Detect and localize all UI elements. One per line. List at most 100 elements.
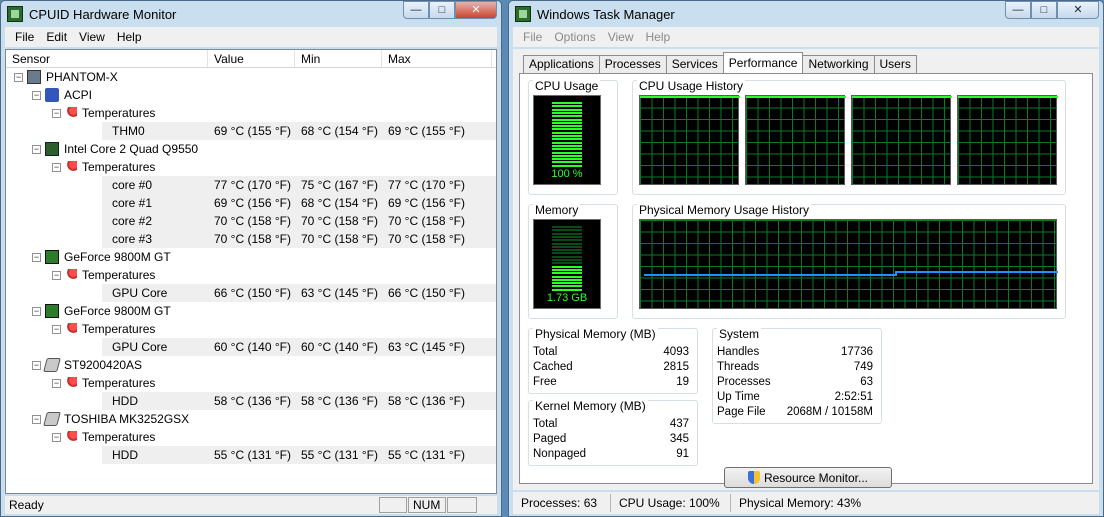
tm-content: Applications Processes Services Performa… bbox=[513, 49, 1099, 490]
tree-node[interactable]: − Temperatures bbox=[6, 266, 496, 284]
collapse-toggle-icon[interactable]: − bbox=[32, 414, 41, 424]
task-manager-app-icon bbox=[515, 6, 531, 22]
collapse-toggle-icon[interactable]: − bbox=[52, 162, 61, 172]
close-button[interactable]: ✕ bbox=[455, 1, 497, 19]
stat-label: Total bbox=[533, 418, 558, 430]
minimize-button[interactable]: — bbox=[403, 1, 429, 19]
menu-help[interactable]: Help bbox=[111, 30, 148, 44]
sensor-row[interactable]: THM0 69 °C (155 °F) 68 °C (154 °F) 69 °C (1… bbox=[6, 122, 496, 140]
tree-node[interactable]: − PHANTOM-X bbox=[6, 68, 496, 86]
col-header-max[interactable]: Max bbox=[382, 50, 492, 67]
meter-segment bbox=[552, 102, 582, 105]
menu-file[interactable]: File bbox=[517, 30, 548, 44]
sensor-row[interactable]: core #0 77 °C (170 °F) 75 °C (167 °F) 77 °C… bbox=[6, 176, 496, 194]
collapse-toggle-icon[interactable]: − bbox=[52, 108, 61, 118]
collapse-toggle-icon[interactable]: − bbox=[52, 270, 61, 280]
tree-node[interactable]: − Temperatures bbox=[6, 158, 496, 176]
meter-segment bbox=[552, 161, 582, 164]
sensor-row[interactable]: GPU Core 60 °C (140 °F) 60 °C (140 °F) 63 °… bbox=[6, 338, 496, 356]
tree-node-label: Temperatures bbox=[82, 376, 156, 390]
meter-segment bbox=[552, 144, 582, 147]
meter-segment bbox=[552, 232, 582, 235]
physical-memory-title: Physical Memory (MB) bbox=[533, 327, 658, 341]
sensor-row[interactable]: core #3 70 °C (158 °F) 70 °C (158 °F) 70 °C… bbox=[6, 230, 496, 248]
tree-node[interactable]: − ACPI bbox=[6, 86, 496, 104]
tab-users[interactable]: Users bbox=[873, 55, 917, 73]
collapse-toggle-icon[interactable]: − bbox=[32, 306, 41, 316]
collapse-toggle-icon[interactable]: − bbox=[32, 90, 41, 100]
cpu-history-graph-core-1 bbox=[639, 95, 740, 185]
meter-segment bbox=[552, 252, 582, 255]
tab-networking[interactable]: Networking bbox=[802, 55, 875, 73]
status-processes: Processes: 63 bbox=[513, 494, 611, 512]
resource-monitor-button[interactable]: Resource Monitor... bbox=[724, 467, 892, 488]
stat-label: Page File bbox=[717, 406, 766, 418]
tab-services[interactable]: Services bbox=[665, 55, 724, 73]
tree-node-label: THM0 bbox=[112, 124, 145, 138]
sensor-max: 69 °C (156 °F) bbox=[388, 196, 465, 210]
tree-node[interactable]: − Temperatures bbox=[6, 428, 496, 446]
tree-node[interactable]: − Temperatures bbox=[6, 374, 496, 392]
stat-value: 63 bbox=[860, 376, 873, 388]
sensor-max: 55 °C (131 °F) bbox=[388, 448, 465, 462]
collapse-toggle-icon[interactable]: − bbox=[52, 324, 61, 334]
tree-node-label-group: core #2 bbox=[112, 212, 152, 230]
tree-node[interactable]: − GeForce 9800M GT bbox=[6, 248, 496, 266]
sensor-min: 55 °C (131 °F) bbox=[301, 448, 378, 462]
tree-node-label: Temperatures bbox=[82, 160, 156, 174]
memory-title: Memory bbox=[533, 203, 581, 217]
hdd-icon bbox=[43, 358, 61, 372]
collapse-toggle-icon[interactable]: − bbox=[32, 252, 41, 262]
tree-node-label: Intel Core 2 Quad Q9550 bbox=[64, 142, 199, 156]
collapse-toggle-icon[interactable]: − bbox=[52, 378, 61, 388]
tree-node-label: Temperatures bbox=[82, 106, 156, 120]
sensor-tree-view[interactable]: Sensor Value Min Max − PHANTOM-X − ACPI − Tem… bbox=[5, 49, 497, 494]
sensor-min: 68 °C (154 °F) bbox=[301, 124, 378, 138]
close-button[interactable]: ✕ bbox=[1057, 1, 1099, 19]
sensor-max: 58 °C (136 °F) bbox=[388, 394, 465, 408]
tree-node-label: core #2 bbox=[112, 214, 153, 228]
menu-view[interactable]: View bbox=[73, 30, 111, 44]
sensor-row[interactable]: core #1 69 °C (156 °F) 68 °C (154 °F) 69 °C… bbox=[6, 194, 496, 212]
collapse-toggle-icon[interactable]: − bbox=[14, 72, 23, 82]
collapse-toggle-icon[interactable]: − bbox=[32, 360, 41, 370]
tab-processes[interactable]: Processes bbox=[598, 55, 667, 73]
sensor-value: 69 °C (156 °F) bbox=[214, 196, 291, 210]
tree-node[interactable]: − GeForce 9800M GT bbox=[6, 302, 496, 320]
collapse-toggle-icon[interactable]: − bbox=[32, 144, 41, 154]
tree-node-label-group: − GeForce 9800M GT bbox=[32, 302, 171, 320]
sensor-max: 69 °C (155 °F) bbox=[388, 124, 465, 138]
tree-node[interactable]: − Intel Core 2 Quad Q9550 bbox=[6, 140, 496, 158]
menu-edit[interactable]: Edit bbox=[40, 30, 73, 44]
maximize-button[interactable]: □ bbox=[1031, 1, 1057, 19]
tm-menubar: File Options View Help bbox=[513, 27, 1099, 47]
col-header-value[interactable]: Value bbox=[208, 50, 295, 67]
sensor-values: 60 °C (140 °F) 60 °C (140 °F) 63 °C (145 °… bbox=[208, 338, 469, 356]
cpu-history-title: CPU Usage History bbox=[637, 79, 746, 93]
col-header-sensor[interactable]: Sensor bbox=[6, 50, 208, 67]
sensor-row[interactable]: core #2 70 °C (158 °F) 70 °C (158 °F) 70 °C… bbox=[6, 212, 496, 230]
cpu-usage-title: CPU Usage bbox=[533, 79, 601, 93]
meter-segment bbox=[552, 229, 582, 232]
menu-help[interactable]: Help bbox=[640, 30, 677, 44]
tm-window-title: Windows Task Manager bbox=[537, 6, 675, 22]
tab-applications[interactable]: Applications bbox=[523, 55, 600, 73]
maximize-button[interactable]: □ bbox=[429, 1, 455, 19]
sensor-row[interactable]: HDD 55 °C (131 °F) 55 °C (131 °F) 55 °C (13… bbox=[6, 446, 496, 464]
tree-node[interactable]: − Temperatures bbox=[6, 320, 496, 338]
minimize-button[interactable]: — bbox=[1005, 1, 1031, 19]
sensor-row[interactable]: HDD 58 °C (136 °F) 58 °C (136 °F) 58 °C (13… bbox=[6, 392, 496, 410]
tree-node[interactable]: − TOSHIBA MK3252GSX bbox=[6, 410, 496, 428]
menu-options[interactable]: Options bbox=[548, 30, 601, 44]
tab-performance[interactable]: Performance bbox=[722, 52, 804, 73]
uac-shield-icon bbox=[747, 471, 760, 484]
menu-view[interactable]: View bbox=[602, 30, 640, 44]
tree-node[interactable]: − Temperatures bbox=[6, 104, 496, 122]
sensor-row[interactable]: GPU Core 66 °C (150 °F) 63 °C (145 °F) 66 °… bbox=[6, 284, 496, 302]
col-header-min[interactable]: Min bbox=[295, 50, 382, 67]
tree-node[interactable]: − ST9200420AS bbox=[6, 356, 496, 374]
thermometer-icon bbox=[65, 323, 77, 335]
menu-file[interactable]: File bbox=[9, 30, 40, 44]
meter-segment bbox=[552, 105, 582, 108]
collapse-toggle-icon[interactable]: − bbox=[52, 432, 61, 442]
